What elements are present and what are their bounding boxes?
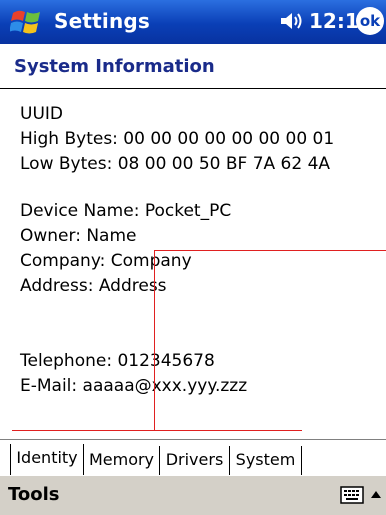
tab-bar: Identity Memory Drivers System — [0, 439, 386, 476]
page-title: System Information — [14, 56, 215, 77]
address: Address: Address — [20, 276, 167, 296]
keyboard-icon[interactable] — [340, 485, 364, 505]
annotation-line — [12, 430, 302, 431]
windows-flag-icon[interactable] — [10, 7, 44, 37]
annotation-line — [154, 250, 386, 251]
device-name: Device Name: Pocket_PC — [20, 201, 232, 221]
tab-drivers[interactable]: Drivers — [160, 446, 230, 476]
ok-button[interactable]: ok — [356, 7, 384, 35]
app-title: Settings — [54, 9, 151, 33]
company: Company: Company — [20, 251, 192, 271]
telephone: Telephone: 012345678 — [20, 351, 215, 371]
annotation-line — [154, 250, 155, 430]
low-bytes: Low Bytes: 08 00 00 50 BF 7A 62 4A — [20, 154, 331, 174]
tab-system[interactable]: System — [230, 446, 302, 476]
speaker-icon[interactable] — [279, 10, 305, 32]
command-bar: Tools — [0, 475, 386, 515]
title-bar: Settings 12:15 ok — [0, 0, 386, 44]
uuid-label: UUID — [20, 104, 63, 124]
owner: Owner: Name — [20, 226, 137, 246]
high-bytes: High Bytes: 00 00 00 00 00 00 00 01 — [20, 129, 335, 149]
tab-identity[interactable]: Identity — [10, 444, 84, 476]
up-arrow-icon[interactable] — [370, 488, 382, 502]
tab-memory[interactable]: Memory — [84, 446, 160, 476]
email: E-Mail: aaaaa@xxx.yyy.zzz — [20, 376, 248, 396]
tools-menu[interactable]: Tools — [8, 484, 60, 505]
heading-divider — [0, 88, 386, 89]
